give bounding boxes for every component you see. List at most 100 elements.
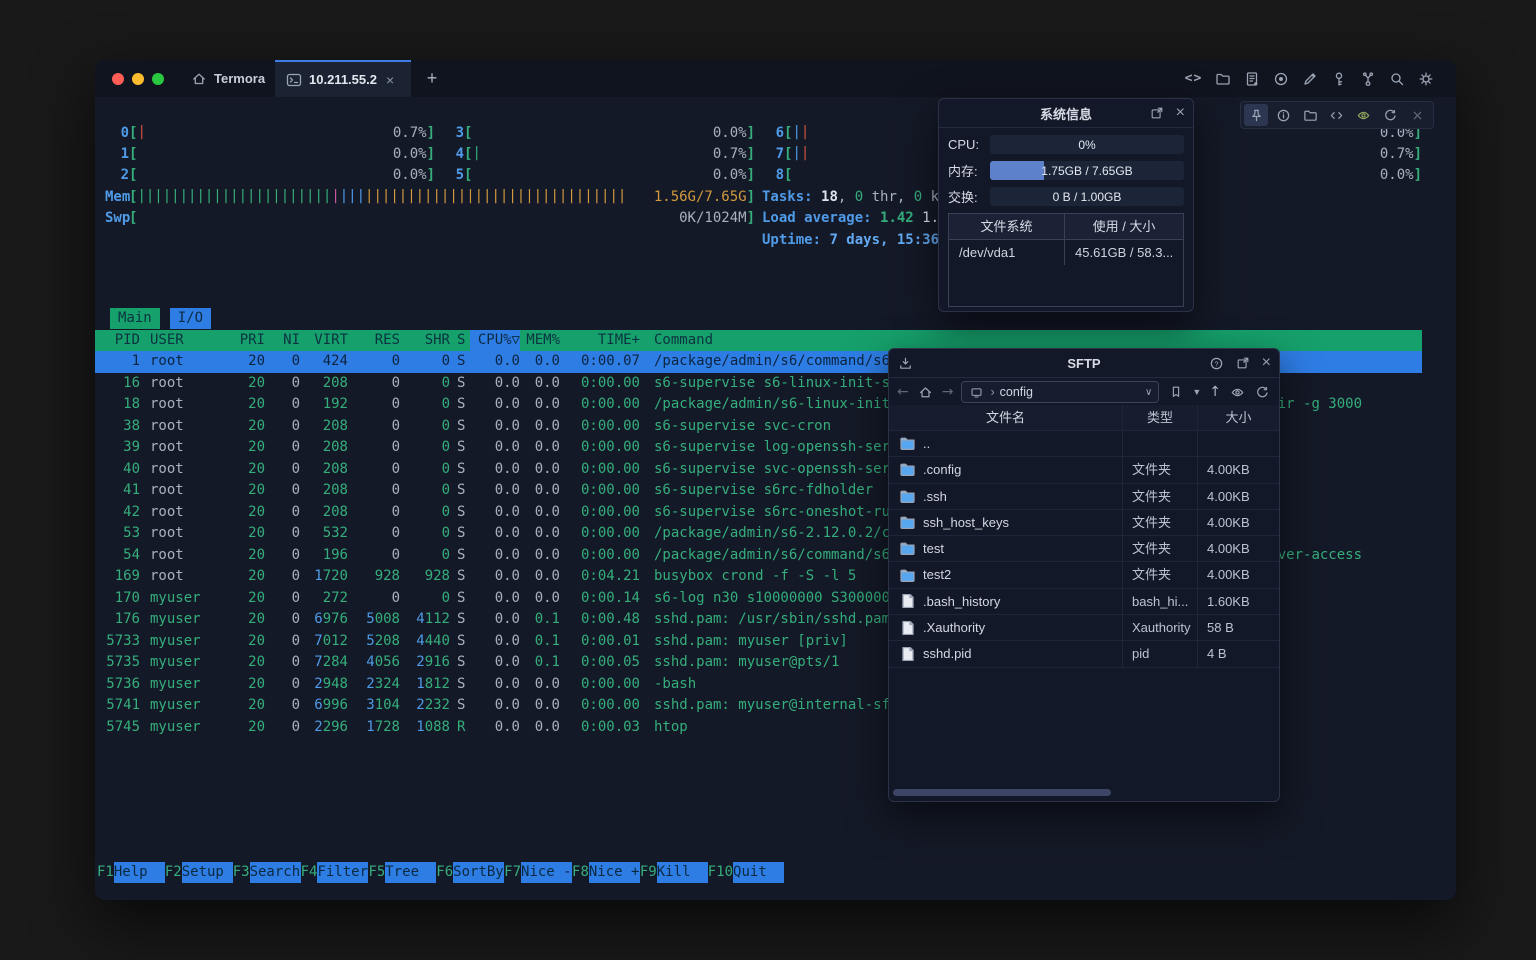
cpu-meter-1: 1[0.0%] <box>105 143 435 164</box>
fkey-action-setup[interactable]: Setup <box>182 862 233 883</box>
refresh-icon[interactable] <box>1379 104 1403 126</box>
fkey-action-quit[interactable]: Quit <box>733 862 784 883</box>
fkey-action-nice[interactable]: Nice + <box>589 862 640 883</box>
tab-home[interactable]: Termora <box>180 60 275 97</box>
metric-row: 内存:1.75GB / 7.65GB <box>948 161 1184 180</box>
forward-icon[interactable]: → <box>942 384 954 400</box>
fkey-f9[interactable]: F9 <box>640 862 657 883</box>
file-row[interactable]: ssh_host_keys文件夹4.00KB <box>889 510 1279 536</box>
traffic-minimize-button[interactable] <box>132 73 144 85</box>
close-icon[interactable] <box>1405 104 1429 126</box>
refresh-icon <box>1382 107 1399 124</box>
bookmark-icon[interactable] <box>1167 384 1184 401</box>
column-header-time[interactable]: TIME+ <box>560 330 640 351</box>
column-header-user[interactable]: USER <box>140 330 225 351</box>
refresh-icon[interactable] <box>1254 384 1271 401</box>
file-column-header[interactable]: 文件名 <box>889 405 1123 430</box>
open-window-icon[interactable] <box>1149 105 1166 122</box>
help-icon[interactable]: ? <box>1208 355 1225 372</box>
traffic-close-button[interactable] <box>112 73 124 85</box>
fkey-action-filter[interactable]: Filter <box>317 862 368 883</box>
file-row[interactable]: .. <box>889 431 1279 457</box>
code-icon[interactable]: <> <box>1185 70 1202 87</box>
download-icon[interactable] <box>897 355 914 372</box>
settings-icon[interactable] <box>1417 70 1434 87</box>
column-header-s[interactable]: S <box>450 330 470 351</box>
code-icon <box>1328 107 1345 124</box>
new-tab-button[interactable]: + <box>417 60 447 97</box>
column-header-pri[interactable]: PRI <box>225 330 265 351</box>
column-header-cpu[interactable]: CPU%▽ <box>470 330 520 351</box>
fkey-f5[interactable]: F5 <box>368 862 385 883</box>
fkey-f6[interactable]: F6 <box>436 862 453 883</box>
fkey-f8[interactable]: F8 <box>572 862 589 883</box>
chevron-down-icon[interactable]: ∨ <box>1145 387 1152 398</box>
desktop: Termora 10.211.55.2 × + <> <box>0 0 1536 960</box>
svg-text:?: ? <box>1214 359 1218 368</box>
htop-tab-io[interactable]: I/O <box>170 308 211 329</box>
column-header-res[interactable]: RES <box>348 330 400 351</box>
record-icon[interactable] <box>1272 70 1289 87</box>
file-column-header[interactable]: 大小 <box>1198 405 1279 430</box>
caret-down-icon[interactable]: ▼ <box>1192 387 1201 397</box>
traffic-zoom-button[interactable] <box>152 73 164 85</box>
close-icon[interactable]: × <box>1176 105 1185 121</box>
column-header-shr[interactable]: SHR <box>400 330 450 351</box>
fkey-action-search[interactable]: Search <box>250 862 301 883</box>
back-icon[interactable]: ← <box>897 384 909 400</box>
column-header-virt[interactable]: VIRT <box>300 330 348 351</box>
column-header-ni[interactable]: NI <box>265 330 300 351</box>
eye-icon[interactable] <box>1229 384 1246 401</box>
code-icon[interactable] <box>1325 104 1349 126</box>
fkey-action-sortby[interactable]: SortBy <box>453 862 504 883</box>
file-row[interactable]: .XauthorityXauthority58 B <box>889 615 1279 641</box>
fkey-action-tree[interactable]: Tree <box>385 862 436 883</box>
fkey-f10[interactable]: F10 <box>708 862 733 883</box>
search-icon[interactable] <box>1388 70 1405 87</box>
close-icon[interactable]: × <box>1262 355 1271 371</box>
file-row[interactable]: test2文件夹4.00KB <box>889 562 1279 588</box>
file-column-header[interactable]: 类型 <box>1123 405 1198 430</box>
log-icon[interactable] <box>1243 70 1260 87</box>
metric-row: 交换:0 B / 1.00GB <box>948 187 1184 206</box>
fkey-f4[interactable]: F4 <box>301 862 318 883</box>
info-icon[interactable] <box>1271 104 1295 126</box>
session-tab-label: 10.211.55.2 <box>309 72 377 87</box>
folder-icon[interactable] <box>1214 70 1231 87</box>
fkey-action-nice[interactable]: Nice - <box>521 862 572 883</box>
filesystem-row[interactable]: /dev/vda145.61GB / 58.3... <box>949 240 1183 265</box>
pin-icon[interactable] <box>1244 104 1268 126</box>
folder-icon[interactable] <box>1298 104 1322 126</box>
file-row[interactable]: .bash_historybash_hi...1.60KB <box>889 589 1279 615</box>
home-icon[interactable] <box>917 384 934 401</box>
fkey-f7[interactable]: F7 <box>504 862 521 883</box>
fkey-f1[interactable]: F1 <box>97 862 114 883</box>
file-row[interactable]: .config文件夹4.00KB <box>889 457 1279 483</box>
tab-bar: Termora 10.211.55.2 × + <> <box>95 60 1456 97</box>
fkey-action-kill[interactable]: Kill <box>657 862 708 883</box>
fkey-action-help[interactable]: Help <box>114 862 165 883</box>
column-header-pid[interactable]: PID <box>95 330 140 351</box>
file-row[interactable]: test文件夹4.00KB <box>889 536 1279 562</box>
file-row[interactable]: .ssh文件夹4.00KB <box>889 484 1279 510</box>
tab-session-active[interactable]: 10.211.55.2 × <box>275 60 411 97</box>
fkey-f3[interactable]: F3 <box>233 862 250 883</box>
home-icon <box>190 70 207 87</box>
fkey-f2[interactable]: F2 <box>165 862 182 883</box>
close-tab-icon[interactable]: × <box>386 72 394 88</box>
eye-icon <box>1355 107 1372 124</box>
keychain-icon[interactable] <box>1359 70 1376 87</box>
column-header-mem[interactable]: MEM% <box>520 330 560 351</box>
edit-icon[interactable] <box>1301 70 1318 87</box>
horizontal-scrollbar[interactable] <box>893 789 1111 796</box>
up-icon[interactable]: ↑ <box>1209 384 1221 400</box>
cpu-meter-4: 4[|0.7%] <box>440 143 755 164</box>
open-window-icon[interactable] <box>1235 355 1252 372</box>
path-breadcrumb[interactable]: › config ∨ <box>961 381 1159 403</box>
cpu-meter-0: 0[|0.7%] <box>105 122 435 143</box>
folder-icon <box>899 540 916 557</box>
file-row[interactable]: sshd.pidpid4 B <box>889 641 1279 667</box>
htop-tab-main[interactable]: Main <box>110 308 160 329</box>
key-icon[interactable] <box>1330 70 1347 87</box>
eye-icon[interactable] <box>1352 104 1376 126</box>
